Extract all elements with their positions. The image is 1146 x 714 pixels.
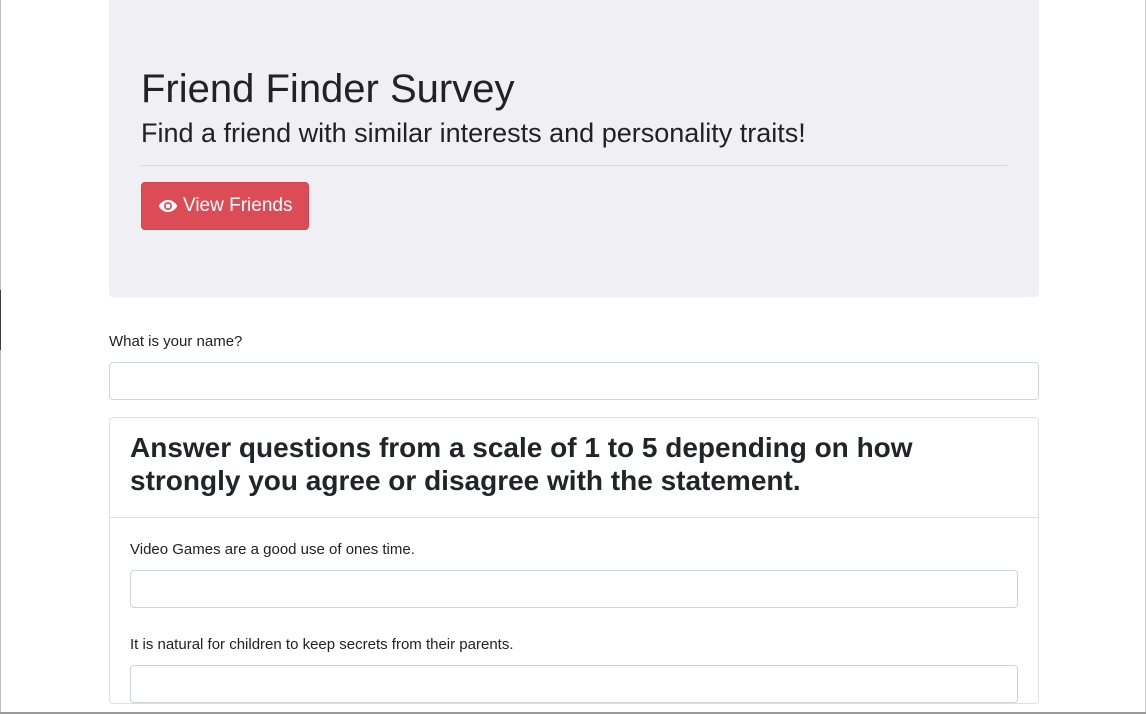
view-friends-button[interactable]: View Friends <box>141 182 310 230</box>
questions-card-body: Video Games are a good use of ones time.… <box>110 518 1038 703</box>
page: Friend Finder Survey Find a friend with … <box>0 0 1146 714</box>
page-title: Friend Finder Survey <box>141 67 515 111</box>
questions-card-header: Answer questions from a scale of 1 to 5 … <box>110 418 1038 518</box>
eye-icon <box>158 200 178 212</box>
question-group: It is natural for children to keep secre… <box>130 636 1018 703</box>
window-edge-marker <box>0 290 1 350</box>
name-input[interactable] <box>109 362 1039 400</box>
page-subtitle: Find a friend with similar interests and… <box>141 118 806 148</box>
question-group: Video Games are a good use of ones time. <box>130 541 1018 608</box>
window-edge-left <box>0 0 1 714</box>
questions-card: Answer questions from a scale of 1 to 5 … <box>109 417 1039 704</box>
view-friends-label: View Friends <box>183 195 293 216</box>
name-question-label: What is your name? <box>109 333 243 350</box>
header-divider <box>141 165 1007 166</box>
question-1-input[interactable] <box>130 570 1018 608</box>
jumbotron-header: Friend Finder Survey Find a friend with … <box>109 0 1039 297</box>
question-2-input[interactable] <box>130 665 1018 703</box>
questions-instructions: Answer questions from a scale of 1 to 5 … <box>130 432 913 496</box>
question-label: Video Games are a good use of ones time. <box>130 541 415 558</box>
main-container: Friend Finder Survey Find a friend with … <box>109 0 1039 704</box>
question-label: It is natural for children to keep secre… <box>130 636 514 653</box>
